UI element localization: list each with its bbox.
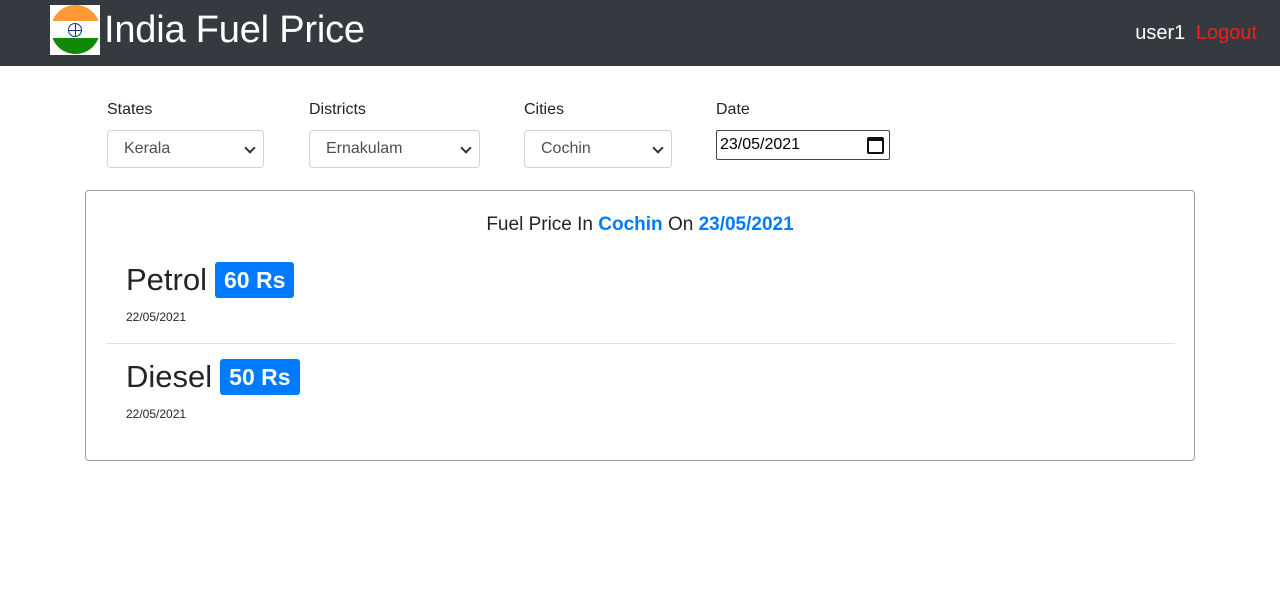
chevron-down-icon — [460, 142, 472, 154]
date-field: Date 23/05/2021 — [716, 100, 890, 160]
date-label: Date — [716, 101, 750, 118]
cities-value: Cochin — [541, 140, 591, 157]
districts-field: Districts Ernakulam — [309, 100, 480, 168]
card-title: Fuel Price In Cochin On 23/05/2021 — [86, 213, 1194, 237]
divider — [106, 343, 1175, 344]
fuel-name: Diesel — [126, 359, 213, 394]
user-menu: user1 Logout — [1135, 21, 1257, 45]
title-city: Cochin — [598, 214, 663, 235]
fuel-item-petrol: Petrol 60 Rs 22/05/2021 — [126, 262, 295, 324]
cities-select[interactable]: Cochin — [524, 130, 672, 168]
cities-label: Cities — [524, 101, 565, 118]
app-title: India Fuel Price — [104, 9, 365, 51]
fuel-name: Petrol — [126, 262, 207, 297]
districts-select[interactable]: Ernakulam — [309, 130, 480, 168]
india-flag-icon — [50, 5, 100, 55]
districts-value: Ernakulam — [326, 140, 403, 157]
updated-date: 22/05/2021 — [126, 310, 187, 324]
states-field: States Kerala — [107, 100, 264, 168]
updated-date: 22/05/2021 — [126, 407, 187, 421]
navbar: India Fuel Price user1 Logout — [0, 0, 1280, 66]
states-label: States — [107, 101, 153, 118]
chevron-down-icon — [244, 142, 256, 154]
fuel-price-card: Fuel Price In Cochin On 23/05/2021 Petro… — [85, 190, 1195, 461]
states-select[interactable]: Kerala — [107, 130, 264, 168]
date-value: 23/05/2021 — [720, 136, 801, 153]
fuel-item-diesel: Diesel 50 Rs 22/05/2021 — [126, 359, 300, 421]
date-input[interactable]: 23/05/2021 — [716, 130, 890, 160]
cities-field: Cities Cochin — [524, 100, 672, 168]
calendar-icon[interactable] — [867, 137, 884, 154]
logout-link[interactable]: Logout — [1196, 22, 1257, 44]
chevron-down-icon — [652, 142, 664, 154]
title-connector: On — [667, 214, 694, 235]
brand[interactable]: India Fuel Price — [50, 5, 365, 55]
username: user1 — [1135, 22, 1186, 44]
states-value: Kerala — [124, 140, 171, 157]
price-badge: 60 Rs — [214, 262, 295, 298]
title-prefix: Fuel Price In — [486, 214, 593, 235]
districts-label: Districts — [309, 101, 366, 118]
price-badge: 50 Rs — [220, 359, 300, 395]
title-date: 23/05/2021 — [698, 214, 794, 235]
